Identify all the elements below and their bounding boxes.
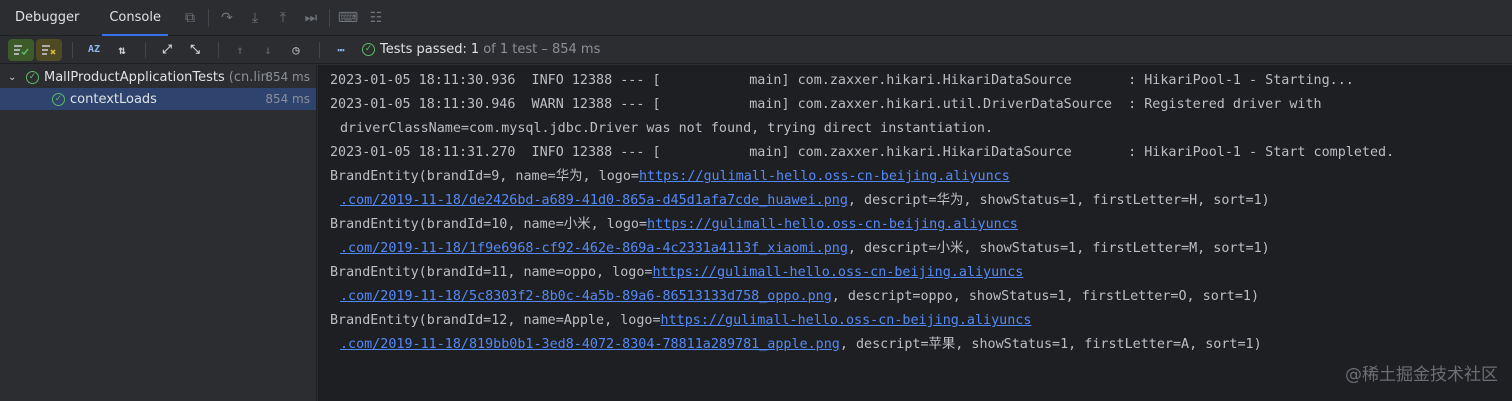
- brand-suffix: , descript=苹果, showStatus=1, firstLetter…: [839, 337, 1262, 352]
- toolbar-separator: [319, 41, 320, 58]
- more-options-icon[interactable]: ⋯: [328, 39, 354, 61]
- brand-line: .com/2019-11-18/819bb0b1-3ed8-4072-8304-…: [330, 333, 1512, 357]
- tool-window-tabbar: Debugger Console ⧉ ↷ ⤓ ⤒ ⏭ ⌨ ☷: [0, 0, 1512, 36]
- toolbar-separator: [207, 8, 209, 27]
- watermark: @稀土掘金技术社区: [1345, 365, 1498, 385]
- step-out-icon[interactable]: ⤒: [269, 4, 297, 32]
- sort-alphabetically-icon[interactable]: AZ: [81, 39, 107, 61]
- test-history-icon[interactable]: ◷: [283, 39, 309, 61]
- log-line: 2023-01-05 18:11:30.946 WARN 12388 --- […: [330, 97, 1322, 112]
- toolbar-separator: [218, 41, 219, 58]
- status-passed-label: Tests passed:: [380, 42, 467, 57]
- trace-icon[interactable]: ☷: [362, 4, 390, 32]
- brand-prefix: BrandEntity(brandId=12, name=Apple, logo…: [330, 313, 661, 328]
- brand-prefix: BrandEntity(brandId=9, name=华为, logo=: [330, 169, 639, 184]
- expand-all-icon[interactable]: ⤢: [154, 39, 180, 61]
- log-line: 2023-01-05 18:11:30.936 INFO 12388 --- […: [330, 73, 1354, 88]
- status-summary: of 1 test – 854 ms: [483, 42, 601, 57]
- status-passed-count: 1: [470, 42, 480, 57]
- tab-console[interactable]: Console: [94, 0, 176, 36]
- logo-link[interactable]: https://gulimall-hello.oss-cn-beijing.al…: [661, 313, 1032, 328]
- show-ignored-icon[interactable]: [36, 38, 62, 61]
- test-toolbar: AZ ⇅ ⤢ ⤡ ↑ ↓ ◷ ⋯ ✓ Tests passed: 1 of 1 …: [0, 36, 1512, 64]
- tree-item-label: contextLoads: [70, 91, 157, 107]
- passed-check-icon: ✓: [26, 70, 39, 84]
- brand-line: BrandEntity(brandId=12, name=Apple, logo…: [330, 309, 1512, 333]
- next-test-icon[interactable]: ↓: [255, 39, 281, 61]
- sort-by-duration-icon[interactable]: ⇅: [109, 39, 135, 61]
- logo-link[interactable]: .com/2019-11-18/1f9e6968-cf92-462e-869a-…: [340, 241, 848, 256]
- tree-item-root[interactable]: ⌄ ✓ MallProductApplicationTests (cn.lin …: [0, 66, 316, 88]
- test-status: ✓ Tests passed: 1 of 1 test – 854 ms: [362, 42, 600, 57]
- logo-link[interactable]: https://gulimall-hello.oss-cn-beijing.al…: [639, 169, 1010, 184]
- tree-item-child[interactable]: ✓ contextLoads 854 ms: [0, 88, 316, 110]
- toolbar-separator: [145, 41, 146, 58]
- previous-test-icon[interactable]: ↑: [227, 39, 253, 61]
- evaluate-expression-icon[interactable]: ⌨: [334, 4, 362, 32]
- chevron-down-icon[interactable]: ⌄: [8, 72, 22, 83]
- logo-link[interactable]: .com/2019-11-18/5c8303f2-8b0c-4a5b-89a6-…: [340, 289, 832, 304]
- logo-link[interactable]: https://gulimall-hello.oss-cn-beijing.al…: [647, 217, 1018, 232]
- brand-suffix: , descript=华为, showStatus=1, firstLetter…: [847, 193, 1270, 208]
- brand-line: .com/2019-11-18/1f9e6968-cf92-462e-869a-…: [330, 237, 1512, 261]
- brand-prefix: BrandEntity(brandId=11, name=oppo, logo=: [330, 265, 653, 280]
- brand-line: BrandEntity(brandId=9, name=华为, logo=htt…: [330, 165, 1512, 189]
- tab-debugger[interactable]: Debugger: [0, 0, 94, 36]
- tree-item-time: 854 ms: [265, 70, 310, 84]
- passed-check-icon: ✓: [52, 92, 65, 106]
- tree-item-label: MallProductApplicationTests: [44, 69, 225, 85]
- run-to-cursor-icon[interactable]: ⏭: [297, 4, 325, 32]
- console-output[interactable]: 2023-01-05 18:11:30.936 INFO 12388 --- […: [318, 65, 1512, 401]
- tree-item-package: (cn.lin: [228, 69, 269, 85]
- logo-link[interactable]: .com/2019-11-18/de2426bd-a689-41d0-865a-…: [340, 193, 848, 208]
- brand-suffix: , descript=小米, showStatus=1, firstLetter…: [847, 241, 1270, 256]
- step-over-icon[interactable]: ↷: [213, 4, 241, 32]
- toolbar-separator: [72, 41, 73, 58]
- toolbar-separator: [328, 8, 330, 27]
- collapse-all-icon[interactable]: ⤡: [182, 39, 208, 61]
- show-passed-icon[interactable]: [8, 38, 34, 61]
- tree-item-time: 854 ms: [265, 92, 310, 106]
- logo-link[interactable]: .com/2019-11-18/819bb0b1-3ed8-4072-8304-…: [340, 337, 840, 352]
- brand-line: BrandEntity(brandId=10, name=小米, logo=ht…: [330, 213, 1512, 237]
- step-into-icon[interactable]: ⤓: [241, 4, 269, 32]
- passed-check-icon: ✓: [362, 43, 375, 56]
- brand-prefix: BrandEntity(brandId=10, name=小米, logo=: [330, 217, 648, 232]
- brand-suffix: , descript=oppo, showStatus=1, firstLett…: [831, 289, 1260, 304]
- log-line: driverClassName=com.mysql.jdbc.Driver wa…: [340, 121, 994, 136]
- brand-line: .com/2019-11-18/de2426bd-a689-41d0-865a-…: [330, 189, 1512, 213]
- test-tree: ⌄ ✓ MallProductApplicationTests (cn.lin …: [0, 65, 317, 401]
- logo-link[interactable]: https://gulimall-hello.oss-cn-beijing.al…: [652, 265, 1023, 280]
- brand-line: BrandEntity(brandId=11, name=oppo, logo=…: [330, 261, 1512, 285]
- brand-line: .com/2019-11-18/5c8303f2-8b0c-4a5b-89a6-…: [330, 285, 1512, 309]
- log-line: 2023-01-05 18:11:31.270 INFO 12388 --- […: [330, 145, 1395, 160]
- layout-icon[interactable]: ⧉: [176, 4, 204, 32]
